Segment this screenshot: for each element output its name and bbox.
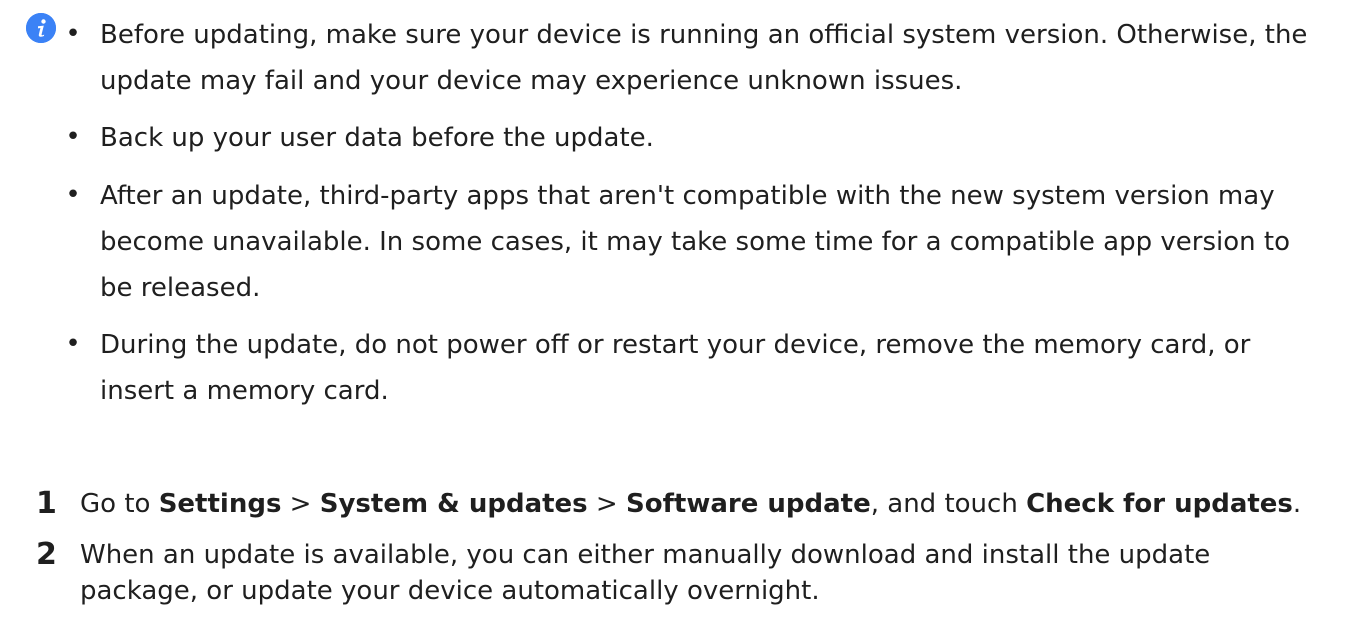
note-text: Back up your user data before the update… xyxy=(100,115,1362,161)
step-line: When an update is available, you can eit… xyxy=(80,540,1211,570)
menu-path-system-updates: System & updates xyxy=(319,489,588,519)
note-text: During the update, do not power off or r… xyxy=(100,322,1362,414)
step-number: 2 xyxy=(36,537,57,572)
bullet: • xyxy=(65,329,81,359)
note-line: After an update, third-party apps that a… xyxy=(100,181,1275,211)
check-for-updates-label: Check for updates xyxy=(1026,489,1293,519)
step-text-part: > xyxy=(281,489,320,519)
step-line: package, or update your device automatic… xyxy=(80,576,820,606)
note-text: Before updating, make sure your device i… xyxy=(100,12,1362,104)
note-line: be released. xyxy=(100,273,261,303)
note-line: become unavailable. In some cases, it ma… xyxy=(100,227,1290,257)
step-text: Go to Settings > System & updates > Soft… xyxy=(80,486,1362,522)
step-text-part: , and touch xyxy=(870,489,1027,519)
bullet: • xyxy=(65,180,81,210)
note-line: update may fail and your device may expe… xyxy=(100,66,963,96)
note-text: After an update, third-party apps that a… xyxy=(100,173,1362,311)
step-number: 1 xyxy=(36,486,57,521)
info-icon xyxy=(26,13,56,43)
note-line: During the update, do not power off or r… xyxy=(100,330,1251,360)
step-text-part: . xyxy=(1292,489,1302,519)
menu-path-settings: Settings xyxy=(158,489,282,519)
step-text-part: Go to xyxy=(80,489,159,519)
menu-path-software-update: Software update xyxy=(625,489,871,519)
bullet: • xyxy=(65,122,81,152)
note-line: Back up your user data before the update… xyxy=(100,123,654,153)
step-text: When an update is available, you can eit… xyxy=(80,537,1362,609)
note-line: Before updating, make sure your device i… xyxy=(100,20,1308,50)
note-line: insert a memory card. xyxy=(100,376,389,406)
bullet: • xyxy=(65,19,81,49)
step-text-part: > xyxy=(587,489,626,519)
